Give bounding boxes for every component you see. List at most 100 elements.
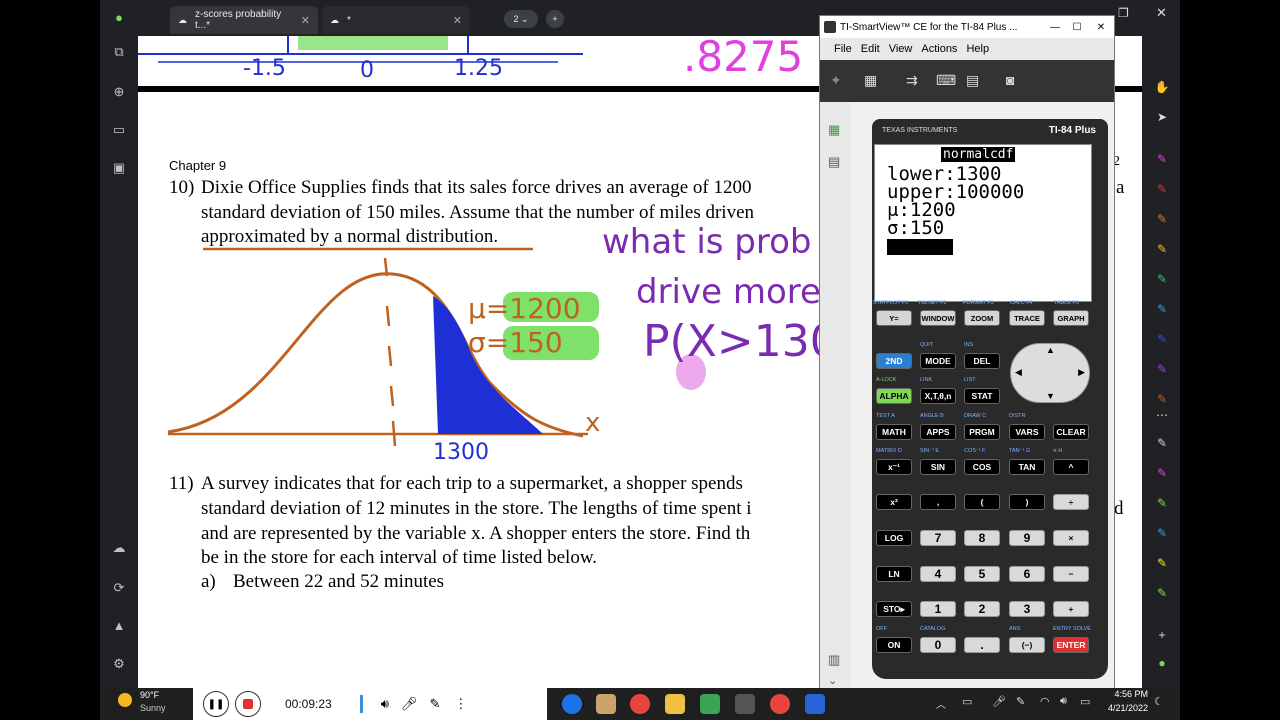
key-square[interactable]: x² (876, 494, 912, 510)
graduation-icon[interactable]: ▲ (110, 618, 128, 636)
key-vars[interactable]: VARS (1009, 424, 1045, 440)
stop-icon[interactable] (235, 691, 261, 717)
app-icon[interactable]: ● (1154, 656, 1170, 672)
new-tab-button[interactable]: + (546, 10, 564, 28)
key-log[interactable]: LOG (876, 530, 912, 546)
arrow-right-icon[interactable]: ▶ (1078, 367, 1085, 378)
key-5[interactable]: 5 (964, 566, 1000, 582)
menu-help[interactable]: Help (966, 43, 989, 55)
collapse-icon[interactable]: ⌄ (828, 674, 837, 687)
chevron-up-icon[interactable]: ︿ (936, 696, 946, 711)
add-icon[interactable]: + (1154, 628, 1170, 644)
menu-view[interactable]: View (889, 43, 913, 55)
menu-edit[interactable]: Edit (861, 43, 880, 55)
highlighter-icon[interactable]: ✎ (1154, 496, 1170, 512)
settings-icon[interactable]: ⚙ (110, 656, 128, 674)
key-0[interactable]: 0 (920, 637, 956, 653)
highlighter-icon[interactable]: ✎ (1154, 556, 1170, 572)
weather-temp[interactable]: 90°F (140, 690, 159, 700)
speaker-icon[interactable]: 🔊︎ (381, 696, 389, 712)
key-sto[interactable]: STO▸ (876, 601, 912, 617)
key-window[interactable]: WINDOW (920, 310, 956, 326)
close-icon[interactable]: ✕ (301, 14, 310, 27)
close-icon[interactable]: ✕ (1088, 22, 1114, 33)
pen-icon[interactable]: ✎ (1154, 332, 1170, 348)
pen-icon[interactable]: ✎ (1154, 302, 1170, 318)
key-comma[interactable]: , (920, 494, 956, 510)
clock-date[interactable]: 4/21/2022 (1100, 703, 1148, 713)
key-2[interactable]: 2 (964, 601, 1000, 617)
copy-icon[interactable]: ⧉ (110, 44, 128, 62)
key-plus[interactable]: + (1053, 601, 1089, 617)
more-icon[interactable]: ⋮ (454, 696, 467, 712)
layout-icon[interactable]: ▤ (966, 72, 979, 89)
close-window-icon[interactable]: ✕ (1156, 5, 1167, 21)
pen-icon[interactable]: ✎ (1154, 392, 1170, 408)
key-prgm[interactable]: PRGM (964, 424, 1000, 440)
send-icon[interactable]: ⇉ (906, 72, 918, 89)
key-2nd[interactable]: 2ND (876, 353, 912, 369)
maximize-icon[interactable]: ☐ (1066, 22, 1088, 33)
key-3[interactable]: 3 (1009, 601, 1045, 617)
key-1[interactable]: 1 (920, 601, 956, 617)
store-icon[interactable] (596, 694, 616, 714)
close-icon[interactable]: ✕ (453, 14, 462, 27)
cloud-sync-icon[interactable]: ☁ (110, 540, 128, 558)
document-icon[interactable]: ▤ (828, 154, 840, 170)
key-negative[interactable]: (−) (1009, 637, 1045, 653)
sync-icon[interactable]: ⟳ (110, 580, 128, 598)
key-del[interactable]: DEL (964, 353, 1000, 369)
app-icon[interactable] (700, 694, 720, 714)
screen-recorder-icon[interactable] (805, 694, 825, 714)
hand-icon[interactable]: ✋ (1154, 80, 1170, 96)
calculator-view-icon[interactable]: ▦ (828, 122, 840, 138)
key-decimal[interactable]: . (964, 637, 1000, 653)
wifi-icon[interactable]: ◠ (1040, 695, 1050, 708)
key-math[interactable]: MATH (876, 424, 912, 440)
key-zoom[interactable]: ZOOM (964, 310, 1000, 326)
key-4[interactable]: 4 (920, 566, 956, 582)
clock-time[interactable]: 4:56 PM (1104, 689, 1148, 699)
pen-icon[interactable]: ✎ (1154, 152, 1170, 168)
pen-icon[interactable]: ✎ (429, 696, 440, 712)
key-enter[interactable]: ENTER (1053, 637, 1089, 653)
key-xtn[interactable]: X,T,θ,n (920, 388, 956, 404)
arrow-up-icon[interactable]: ▲ (1046, 345, 1055, 355)
folder-icon[interactable] (665, 694, 685, 714)
camera-icon[interactable]: ◙ (1006, 72, 1014, 88)
highlighter-icon[interactable]: ✎ (1154, 436, 1170, 452)
pause-icon[interactable]: ❚❚ (203, 691, 229, 717)
key-tan[interactable]: TAN (1009, 459, 1045, 475)
key-apps[interactable]: APPS (920, 424, 956, 440)
save-icon[interactable]: ▣ (110, 160, 128, 178)
key-8[interactable]: 8 (964, 530, 1000, 546)
key-y-equals[interactable]: Y= (876, 310, 912, 326)
mic-icon[interactable]: 🎤︎ (401, 696, 418, 712)
key-stat[interactable]: STAT (964, 388, 1000, 404)
key-sin[interactable]: SIN (920, 459, 956, 475)
smartview-icon[interactable] (735, 694, 755, 714)
key-ln[interactable]: LN (876, 566, 912, 582)
mic-tray-icon[interactable]: 🎤︎ (992, 695, 1006, 708)
minimize-icon[interactable]: — (1044, 22, 1066, 33)
restore-icon[interactable]: ❐ (1118, 6, 1129, 20)
keyboard-icon[interactable]: ▭ (110, 122, 128, 140)
keypress-icon[interactable]: ⌨ (936, 72, 956, 89)
key-divide[interactable]: ÷ (1053, 494, 1089, 510)
tab-count-button[interactable]: 2 ⌄ (504, 10, 538, 28)
chrome-icon[interactable] (630, 694, 650, 714)
key-clear[interactable]: CLEAR (1053, 424, 1089, 440)
moon-icon[interactable]: ☾ (1154, 695, 1164, 708)
key-cos[interactable]: COS (964, 459, 1000, 475)
chrome-icon[interactable] (770, 694, 790, 714)
key-alpha[interactable]: ALPHA (876, 388, 912, 404)
edge-icon[interactable] (562, 694, 582, 714)
highlighter-icon[interactable]: ✎ (1154, 586, 1170, 602)
pointer-icon[interactable]: ➤ (1154, 110, 1170, 126)
pen-icon[interactable]: ✎ (1154, 242, 1170, 258)
volume-icon[interactable]: 🔊︎ (1060, 695, 1067, 708)
ti-logo-icon[interactable]: ✦ (830, 72, 842, 89)
keyboard-icon[interactable]: ▭ (962, 695, 972, 708)
key-6[interactable]: 6 (1009, 566, 1045, 582)
key-power[interactable]: ^ (1053, 459, 1089, 475)
